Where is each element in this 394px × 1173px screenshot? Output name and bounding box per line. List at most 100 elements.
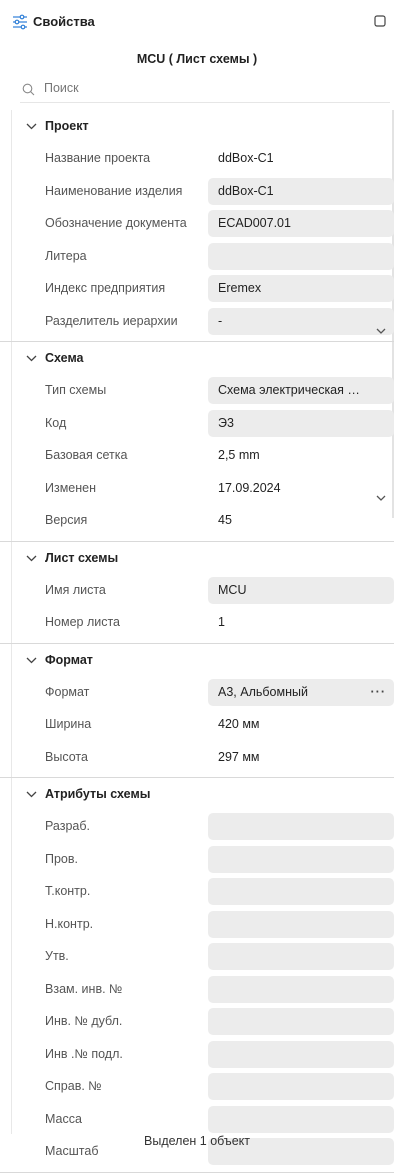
section-0: Проект Название проекта ddBox-C1 Наименован… (0, 110, 394, 342)
property-name: Взам. инв. № (45, 981, 123, 996)
property-row: Инв .№ подл. (0, 1038, 394, 1071)
property-row: Утв. (0, 940, 394, 973)
property-grid: Проект Название проекта ddBox-C1 Наименован… (0, 110, 394, 1173)
property-value: Э3 (218, 415, 234, 430)
property-value-field[interactable] (208, 878, 394, 905)
property-value-field[interactable]: Схема электрическая при... (208, 377, 394, 404)
section-2: Лист схемы Имя листа MCU Номер листа 1 (0, 542, 394, 644)
property-value-field[interactable]: 17.09.2024 (208, 475, 394, 502)
property-value: ECAD007.01 (218, 216, 291, 230)
property-row: Имя листа MCU (0, 574, 394, 607)
property-value-field: ddBox-C1 (208, 145, 394, 172)
property-name: Утв. (45, 949, 69, 963)
property-value: 1 (218, 615, 225, 629)
property-value: 420 мм (218, 717, 260, 731)
panel-title: Свойства (33, 14, 95, 29)
property-name: Наименование изделия (45, 183, 183, 198)
property-value-field[interactable]: - (208, 307, 394, 335)
property-name: Разраб. (45, 819, 91, 833)
property-value-field[interactable] (208, 1040, 394, 1068)
property-row: Изменен 17.09.2024 (0, 472, 394, 505)
section-header[interactable]: Схема (0, 342, 394, 374)
property-row: Пров. (0, 843, 394, 876)
property-name: Инв. № дубл. (45, 1014, 123, 1028)
section-header[interactable]: Проект (0, 110, 394, 142)
section-title: Проект (45, 119, 89, 133)
property-name: Изменен (45, 480, 97, 495)
search-field[interactable] (20, 78, 390, 103)
property-value-field: 2,5 mm (208, 442, 394, 469)
property-value-field[interactable] (208, 1073, 394, 1100)
more-icon[interactable]: ··· (371, 679, 387, 706)
property-value: - (218, 313, 223, 328)
property-name: Пров. (45, 851, 79, 866)
property-value-field[interactable]: ddBox-C1 (208, 177, 394, 205)
chevron-down-icon[interactable] (376, 485, 386, 502)
property-value-field[interactable] (208, 943, 394, 970)
property-name: Масса (45, 1111, 82, 1126)
property-value-field[interactable]: ECAD007.01 (208, 210, 394, 237)
property-value-field[interactable] (208, 813, 394, 840)
section-1: Схема Тип схемы Схема электрическая при...… (0, 342, 394, 542)
property-value-field[interactable]: MCU (208, 576, 394, 604)
property-name: Т.контр. (45, 884, 91, 898)
property-row: Ширина 420 мм (0, 708, 394, 741)
property-value: 297 мм (218, 749, 260, 764)
property-value-field[interactable] (208, 1008, 394, 1035)
property-name: Имя листа (45, 582, 106, 597)
property-value-field: 297 мм (208, 744, 394, 771)
property-value: А3, Альбомный (218, 684, 308, 699)
square-icon[interactable] (374, 15, 386, 27)
selection-title: MCU ( Лист схемы ) (136, 52, 258, 66)
section-title: Формат (45, 652, 93, 667)
search-input[interactable] (42, 80, 366, 96)
property-value: Eremex (218, 281, 262, 295)
property-value-field[interactable] (208, 910, 394, 938)
property-row: Т.контр. (0, 875, 394, 908)
property-value-field[interactable] (208, 242, 394, 270)
property-value: MCU (218, 582, 247, 597)
property-value-field[interactable]: А3, Альбомный ··· (208, 678, 394, 706)
property-value-field[interactable] (208, 845, 394, 873)
property-value: ddBox-C1 (218, 151, 274, 165)
property-row: Индекс предприятия Eremex (0, 272, 394, 305)
property-value: Схема электрическая при... (218, 383, 379, 397)
section-title: Схема (45, 351, 84, 365)
property-value-field[interactable]: Eremex (208, 275, 394, 302)
property-value-field: 1 (208, 609, 394, 636)
property-name: Тип схемы (45, 383, 107, 397)
sliders-icon (12, 14, 28, 30)
property-value-field[interactable]: Э3 (208, 409, 394, 437)
property-row: Разделитель иерархии - (0, 305, 394, 338)
section-title: Лист схемы (45, 550, 119, 565)
property-row: Справ. № (0, 1070, 394, 1103)
property-value: ddBox-C1 (218, 183, 274, 198)
chevron-down-icon[interactable] (376, 318, 386, 335)
property-row: Литера (0, 240, 394, 273)
property-name: Формат (45, 684, 90, 699)
property-row: Инв. № дубл. (0, 1005, 394, 1038)
property-name: Версия (45, 513, 88, 527)
section-3: Формат Формат А3, Альбомный ··· Ширина 420 мм… (0, 644, 394, 778)
property-row: Обозначение документа ECAD007.01 (0, 207, 394, 240)
property-value: 2,5 mm (218, 448, 260, 462)
property-value-field: 45 (208, 507, 394, 534)
property-name: Название проекта (45, 151, 151, 165)
property-row: Наименование изделия ddBox-C1 (0, 175, 394, 208)
property-name: Обозначение документа (45, 216, 187, 230)
property-name: Базовая сетка (45, 448, 128, 462)
property-row: Высота 297 мм (0, 741, 394, 774)
property-name: Индекс предприятия (45, 281, 166, 295)
properties-panel: Свойства MCU ( Лист схемы ) Проект Назван… (0, 0, 394, 1173)
section-header[interactable]: Формат (0, 644, 394, 676)
property-value-field[interactable] (208, 975, 394, 1003)
property-row: Взам. инв. № (0, 973, 394, 1006)
property-name: Литера (45, 248, 87, 263)
section-header[interactable]: Атрибуты схемы (0, 778, 394, 810)
panel-header: Свойства (0, 14, 394, 42)
section-header[interactable]: Лист схемы (0, 542, 394, 574)
property-name: Ширина (45, 717, 92, 731)
property-value-field[interactable] (208, 1105, 394, 1133)
property-value: 45 (218, 513, 232, 527)
property-name: Код (45, 415, 67, 430)
